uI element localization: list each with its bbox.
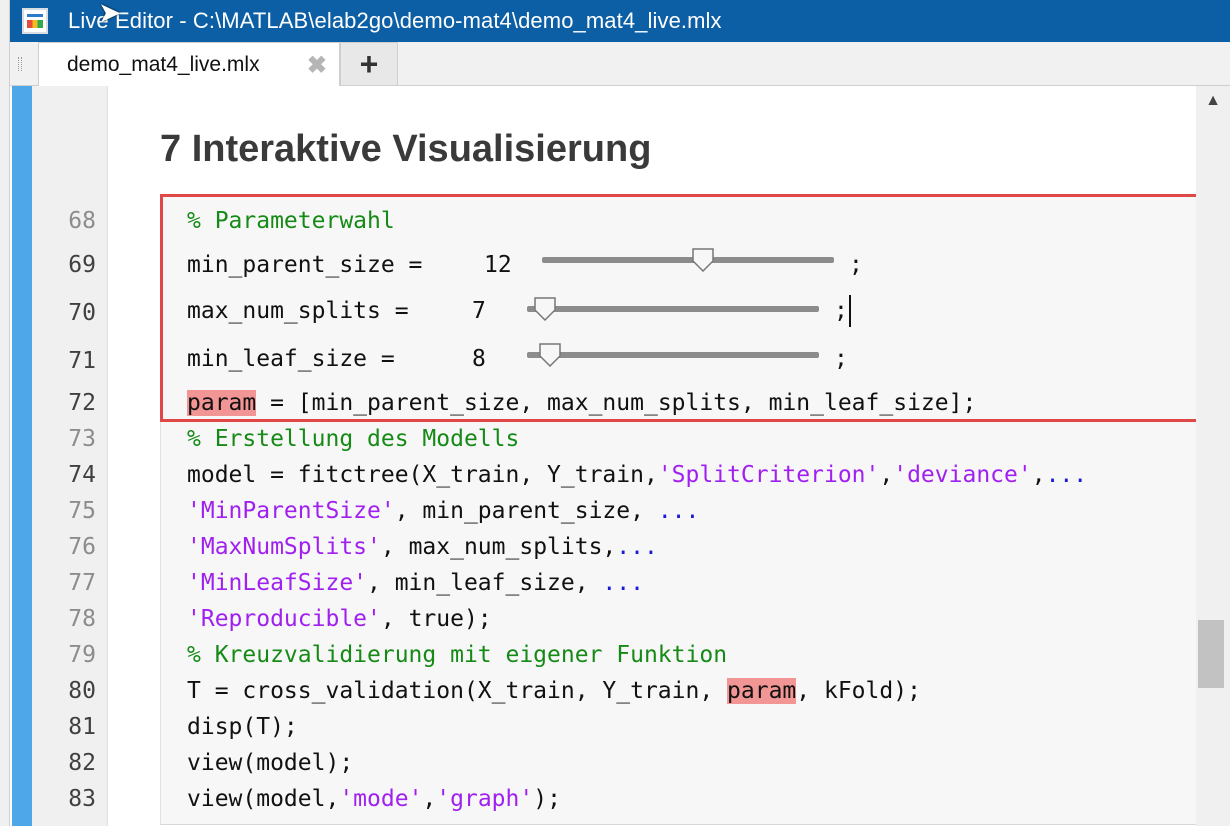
code-line-cross-validation[interactable]: T = cross_validation(X_train, Y_train, p… — [187, 678, 921, 704]
string-literal: 'mode' — [339, 786, 423, 812]
line-number: 79 — [68, 642, 96, 668]
code-text: T = cross_validation(X_train, Y_train, — [187, 678, 728, 704]
code-text: , min_parent_size, — [394, 498, 658, 524]
code-line-comment[interactable]: % Erstellung des Modells — [187, 426, 519, 452]
line-number: 83 — [68, 786, 96, 812]
title-bar: Live Editor - C:\MATLAB\elab2go\demo-mat… — [10, 0, 1230, 42]
code-line[interactable]: 'Reproducible', true); — [187, 606, 492, 632]
line-number: 73 — [68, 426, 96, 452]
line-number: 81 — [68, 714, 96, 740]
code-text: model = fitctree(X_train, Y_train, — [187, 462, 658, 488]
string-literal: 'MinParentSize' — [187, 498, 395, 524]
string-literal: 'MaxNumSplits' — [187, 534, 381, 560]
code-line[interactable]: 'MinParentSize', min_parent_size, ... — [187, 498, 699, 524]
scrollbar-thumb[interactable] — [1198, 620, 1224, 688]
close-icon[interactable]: ✖ — [307, 51, 327, 80]
code-text: , true); — [380, 606, 492, 632]
code-text: , min_leaf_size, — [367, 570, 603, 596]
scroll-up-arrow-icon[interactable]: ▲ — [1201, 92, 1225, 112]
code-line[interactable]: disp(T); — [187, 714, 298, 740]
live-editor-app-icon — [22, 8, 48, 34]
continuation-ellipsis: ... — [1045, 462, 1088, 488]
line-number: 71 — [68, 348, 96, 374]
code-line[interactable]: view(model); — [187, 750, 353, 776]
continuation-ellipsis: ... — [602, 570, 644, 596]
param-highlight: param — [727, 678, 797, 704]
vertical-scrollbar[interactable] — [1196, 86, 1230, 826]
code-text: , — [1031, 462, 1046, 488]
continuation-ellipsis: ... — [657, 498, 700, 524]
code-line-fitctree[interactable]: model = fitctree(X_train, Y_train,'Split… — [187, 462, 1087, 488]
code-text: , max_num_splits, — [380, 534, 617, 560]
line-number: 77 — [68, 570, 96, 596]
tab-label: demo_mat4_live.mlx — [67, 52, 260, 76]
new-tab-button[interactable]: + — [340, 42, 398, 86]
code-text: ); — [533, 786, 561, 812]
code-text: , kFold); — [796, 678, 921, 704]
window-title: Live Editor - C:\MATLAB\elab2go\demo-mat… — [68, 8, 722, 33]
mouse-pointer-icon: ➤ — [98, 0, 122, 28]
tab-bar-grip-icon[interactable] — [18, 57, 22, 71]
section-run-indicator[interactable] — [12, 86, 32, 826]
code-line-comment[interactable]: % Kreuzvalidierung mit eigener Funktion — [187, 642, 727, 668]
code-line[interactable]: 'MaxNumSplits', max_num_splits,... — [187, 534, 658, 560]
string-literal: 'Reproducible' — [187, 606, 381, 632]
left-edge-strip — [0, 0, 10, 826]
code-line[interactable]: 'MinLeafSize', min_leaf_size, ... — [187, 570, 644, 596]
continuation-ellipsis: ... — [616, 534, 658, 560]
string-literal: 'graph' — [436, 786, 534, 812]
code-text: view(model, — [187, 786, 340, 812]
string-literal: 'MinLeafSize' — [187, 570, 368, 596]
tab-demo-mat4-live[interactable]: demo_mat4_live.mlx ✖ — [38, 42, 340, 86]
annotation-highlight-box — [160, 194, 1203, 422]
line-number: 72 — [68, 390, 96, 416]
code-text: , — [879, 462, 894, 488]
code-line[interactable]: view(model,'mode','graph'); — [187, 786, 561, 812]
section-heading[interactable]: 7 Interaktive Visualisierung — [160, 128, 651, 171]
line-number: 76 — [68, 534, 96, 560]
line-number: 68 — [68, 208, 96, 234]
code-text: , — [422, 786, 437, 812]
line-number: 69 — [68, 252, 96, 278]
line-number: 80 — [68, 678, 96, 704]
string-literal: 'SplitCriterion' — [657, 462, 880, 488]
line-number: 82 — [68, 750, 96, 776]
line-number: 78 — [68, 606, 96, 632]
line-number: 70 — [68, 300, 96, 326]
line-number: 74 — [68, 462, 96, 488]
line-number: 75 — [68, 498, 96, 524]
string-literal: 'deviance' — [893, 462, 1032, 488]
